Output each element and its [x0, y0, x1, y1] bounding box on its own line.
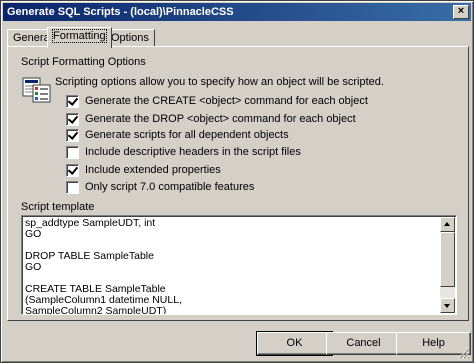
generate-sql-scripts-dialog: Generate SQL Scripts - (local)\PinnacleC…: [0, 0, 474, 363]
script-template-box[interactable]: sp_addtype SampleUDT, int GO DROP TABLE …: [21, 215, 457, 315]
checkbox-extended-properties[interactable]: [66, 163, 79, 177]
checkbox-sql70-compatible[interactable]: [66, 180, 79, 194]
option-extended-properties[interactable]: Include extended properties: [66, 163, 221, 177]
option-generate-drop[interactable]: Generate the DROP <object> command for e…: [66, 112, 356, 126]
cancel-button[interactable]: Cancel: [326, 332, 401, 355]
option-label: Generate the DROP <object> command for e…: [85, 113, 356, 125]
ok-button[interactable]: OK: [256, 331, 333, 356]
script-template-label: Script template: [21, 201, 95, 213]
scroll-up-button[interactable]: [440, 217, 455, 232]
option-dependent-objects[interactable]: Generate scripts for all dependent objec…: [66, 128, 289, 142]
formatting-panel: Script Formatting Options Scripting opti…: [7, 46, 469, 321]
checkbox-generate-drop[interactable]: [66, 112, 79, 126]
option-label: Include extended properties: [85, 164, 221, 176]
option-label: Generate the CREATE <object> command for…: [85, 95, 368, 107]
checkbox-dependent-objects[interactable]: [66, 128, 79, 142]
tab-options-label: Options: [111, 32, 149, 44]
section-title: Script Formatting Options: [21, 56, 146, 68]
option-sql70-compatible[interactable]: Only script 7.0 compatible features: [66, 180, 254, 194]
resize-grip-icon[interactable]: [458, 347, 470, 359]
scroll-down-button[interactable]: [440, 298, 455, 313]
script-template-text: sp_addtype SampleUDT, int GO DROP TABLE …: [25, 217, 182, 315]
option-label: Include descriptive headers in the scrip…: [85, 146, 301, 158]
scripting-options-icon: [22, 77, 51, 103]
template-scrollbar[interactable]: [440, 217, 455, 313]
tab-formatting-label: Formatting: [52, 29, 107, 43]
title-bar[interactable]: Generate SQL Scripts - (local)\PinnacleC…: [3, 3, 471, 21]
option-label: Only script 7.0 compatible features: [85, 181, 255, 193]
close-button[interactable]: ×: [453, 5, 469, 19]
option-generate-create[interactable]: Generate the CREATE <object> command for…: [66, 94, 368, 108]
checkbox-generate-create[interactable]: [66, 94, 79, 108]
scroll-thumb[interactable]: [440, 232, 455, 287]
option-label: Generate scripts for all dependent objec…: [85, 129, 289, 141]
option-descriptive-headers[interactable]: Include descriptive headers in the scrip…: [66, 145, 301, 159]
checkbox-descriptive-headers[interactable]: [66, 145, 79, 159]
window-title: Generate SQL Scripts - (local)\PinnacleC…: [7, 6, 234, 18]
options-description: Scripting options allow you to specify h…: [55, 76, 384, 88]
tab-formatting[interactable]: Formatting: [47, 27, 112, 48]
tab-options[interactable]: Options: [105, 29, 155, 47]
